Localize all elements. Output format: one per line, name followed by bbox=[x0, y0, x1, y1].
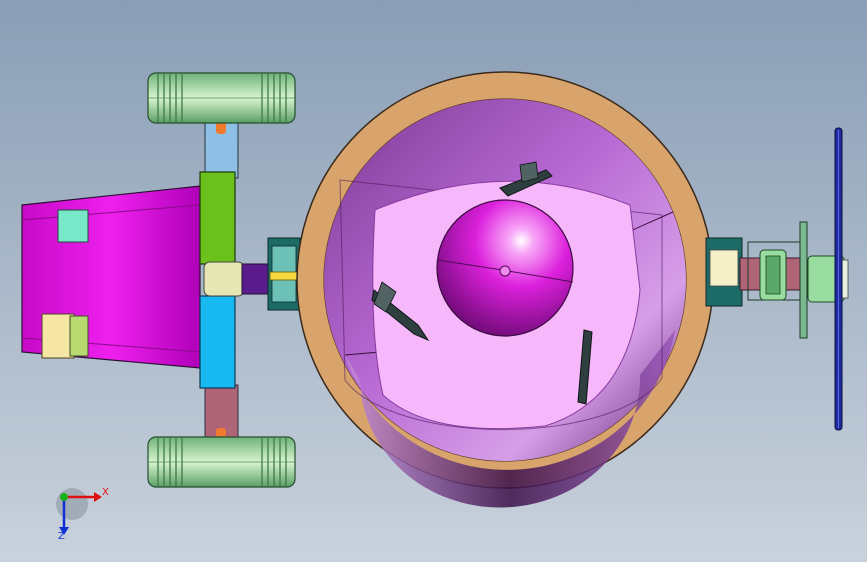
triad-graphic bbox=[56, 488, 102, 535]
triad-y-axis bbox=[60, 493, 68, 501]
triad-x-arrow bbox=[94, 492, 102, 502]
motor-housing[interactable] bbox=[21, 185, 201, 369]
triad-x-label: X bbox=[102, 487, 109, 498]
bracket-lower[interactable] bbox=[199, 295, 236, 389]
bracket-upper[interactable] bbox=[199, 171, 236, 265]
wheel-bottom[interactable] bbox=[147, 436, 296, 488]
wheel-top[interactable] bbox=[147, 72, 296, 124]
triad-origin-shadow bbox=[56, 488, 88, 520]
coordinate-triad: X Z bbox=[44, 478, 124, 548]
cad-viewport[interactable]: X Z bbox=[0, 0, 867, 562]
triad-z-label: Z bbox=[58, 531, 65, 542]
assembly-model[interactable] bbox=[0, 0, 867, 562]
handwheel[interactable] bbox=[834, 127, 843, 431]
center-ball[interactable] bbox=[436, 199, 574, 337]
